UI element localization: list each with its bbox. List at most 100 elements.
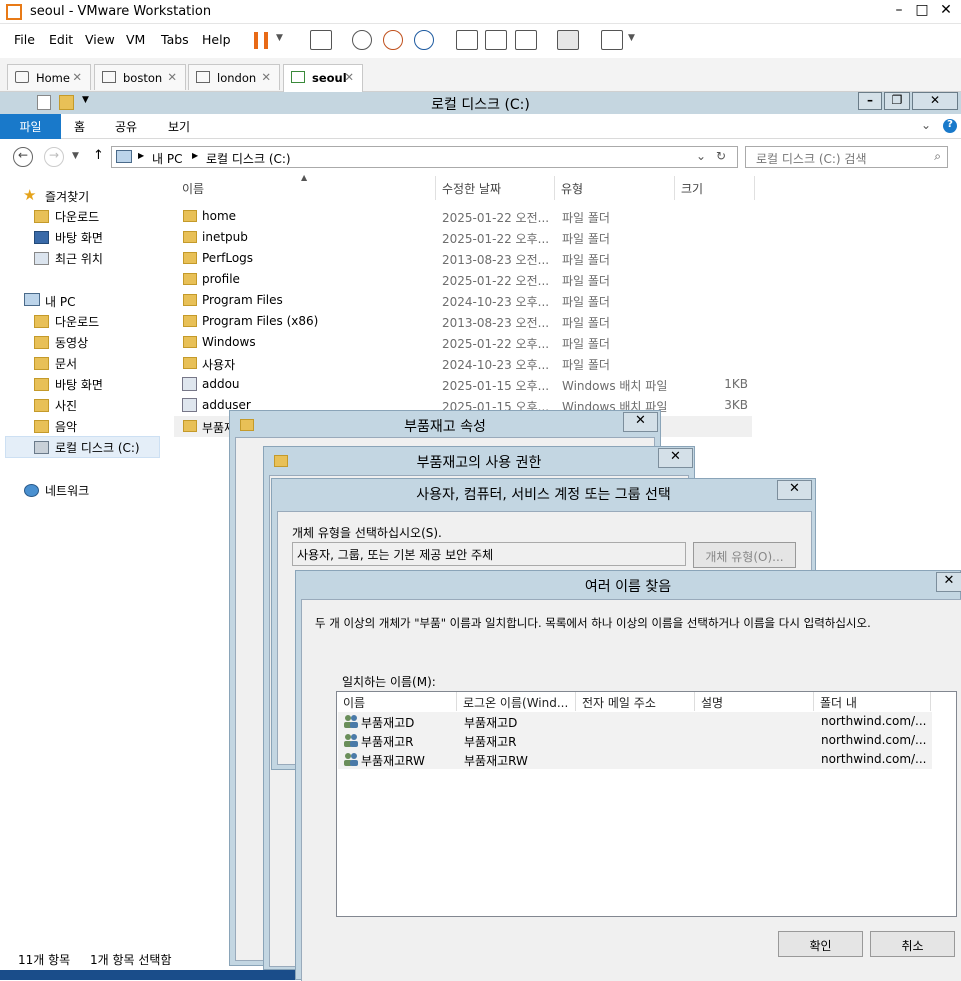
ribbon-tab-view[interactable]: 보기 <box>168 118 190 135</box>
object-type-field: 사용자, 그룹, 또는 기본 제공 보안 주체 <box>292 542 686 566</box>
back-button[interactable]: ← <box>13 147 33 167</box>
explorer-close-button[interactable]: ✕ <box>912 92 958 110</box>
nav-pc-videos[interactable]: 동영상 <box>34 334 88 354</box>
name-row[interactable]: 부품재고R 부품재고R northwind.com/... <box>338 731 932 750</box>
nav-network[interactable]: 네트워크 <box>24 482 89 502</box>
nav-pc-music[interactable]: 음악 <box>34 418 77 438</box>
explorer-maximize-button[interactable]: ❐ <box>884 92 910 110</box>
file-date: 2025-01-22 오후... <box>442 232 550 246</box>
recent-locations-icon[interactable]: ▼ <box>72 151 79 161</box>
nav-pc-local-disk[interactable]: 로컬 디스크 (C:) <box>34 439 140 459</box>
stretch-view-icon[interactable] <box>601 30 623 50</box>
permissions-dialog-title: 부품재고의 사용 권한 <box>416 455 542 471</box>
matching-names-list[interactable]: 이름 로그온 이름(Wind... 전자 메일 주소 설명 폴더 내 부품재고D… <box>336 691 957 917</box>
stretch-dropdown-icon[interactable]: ▼ <box>628 33 635 43</box>
file-type: 파일 폴더 <box>562 337 610 351</box>
ribbon-tab-file[interactable]: 파일 <box>0 114 61 139</box>
address-dropdown-icon[interactable]: ⌄ <box>696 149 706 163</box>
console-view-icon[interactable] <box>557 30 579 50</box>
nav-label: 바탕 화면 <box>55 378 103 392</box>
snapshot-icon[interactable] <box>352 30 372 50</box>
name-row[interactable]: 부품재고RW 부품재고RW northwind.com/... <box>338 750 932 769</box>
help-icon[interactable]: ? <box>943 119 957 133</box>
close-tab-icon[interactable]: ✕ <box>167 70 177 84</box>
expand-ribbon-icon[interactable]: ⌄ <box>921 118 931 132</box>
file-row[interactable]: PerfLogs 2013-08-23 오전... 파일 폴더 <box>174 248 752 269</box>
properties-close-button[interactable]: ✕ <box>623 412 658 432</box>
search-icon[interactable]: ⌕ <box>934 149 941 164</box>
pause-icon[interactable] <box>254 32 268 49</box>
thumbnail-view-icon[interactable] <box>485 30 507 50</box>
list-header-logon[interactable]: 로그온 이름(Wind... <box>457 692 576 711</box>
breadcrumb-this-pc[interactable]: 내 PC <box>152 150 182 167</box>
send-ctrl-alt-del-icon[interactable] <box>310 30 332 50</box>
search-input[interactable]: 로컬 디스크 (C:) 검색 ⌕ <box>745 146 948 168</box>
list-header-email[interactable]: 전자 메일 주소 <box>576 692 695 711</box>
col-header-type[interactable]: 유형 <box>555 176 675 200</box>
tab-london[interactable]: london ✕ <box>188 64 280 90</box>
menu-tabs[interactable]: Tabs <box>161 32 189 47</box>
library-view-icon[interactable] <box>456 30 478 50</box>
menu-view[interactable]: View <box>85 32 115 47</box>
cancel-button[interactable]: 취소 <box>870 931 955 957</box>
menu-vm[interactable]: VM <box>126 32 145 47</box>
menu-file[interactable]: File <box>14 32 35 47</box>
nav-this-pc[interactable]: 내 PC <box>24 293 75 313</box>
folder-icon <box>183 252 197 264</box>
ribbon-tab-home[interactable]: 홈 <box>74 118 85 135</box>
nav-fav-desktop[interactable]: 바탕 화면 <box>34 229 103 249</box>
nav-pc-documents[interactable]: 문서 <box>34 355 77 375</box>
nav-pc-pictures[interactable]: 사진 <box>34 397 77 417</box>
forward-button[interactable]: → <box>44 147 64 167</box>
breadcrumb-local-disk[interactable]: 로컬 디스크 (C:) <box>206 150 291 167</box>
ok-button[interactable]: 확인 <box>778 931 863 957</box>
snapshot-manager-icon[interactable] <box>414 30 434 50</box>
col-header-name[interactable]: 이름 <box>176 176 436 200</box>
address-bar[interactable]: ▶ 내 PC ▶ 로컬 디스크 (C:) ⌄ ↻ <box>111 146 738 168</box>
vm-icon <box>196 71 210 83</box>
ribbon-tab-share[interactable]: 공유 <box>115 118 137 135</box>
menu-edit[interactable]: Edit <box>49 32 73 47</box>
file-date: 2025-01-15 오후... <box>442 379 550 393</box>
explorer-minimize-button[interactable]: – <box>858 92 882 110</box>
nav-pc-downloads[interactable]: 다운로드 <box>34 313 99 333</box>
menu-help[interactable]: Help <box>202 32 231 47</box>
list-header-folder[interactable]: 폴더 내 <box>814 692 931 711</box>
nav-fav-recent[interactable]: 최근 위치 <box>34 250 103 270</box>
full-screen-icon[interactable] <box>515 30 537 50</box>
object-types-button[interactable]: 개체 유형(O)... <box>693 542 796 568</box>
close-tab-icon[interactable]: ✕ <box>344 70 354 84</box>
tab-seoul[interactable]: seoul ✕ <box>283 64 363 92</box>
name-row[interactable]: 부품재고D 부품재고D northwind.com/... <box>338 712 932 731</box>
select-users-close-button[interactable]: ✕ <box>777 480 812 500</box>
col-header-date[interactable]: 수정한 날짜 <box>436 176 555 200</box>
file-row[interactable]: Program Files (x86) 2013-08-23 오전... 파일 폴더 <box>174 311 752 332</box>
up-button[interactable]: ↑ <box>93 148 104 163</box>
refresh-icon[interactable]: ↻ <box>716 149 726 163</box>
multiple-names-close-button[interactable]: ✕ <box>936 572 961 592</box>
explorer-title-bar: ▼ 로컬 디스크 (C:) – ❐ ✕ <box>0 92 961 114</box>
permissions-close-button[interactable]: ✕ <box>658 448 693 468</box>
home-icon <box>15 71 29 83</box>
file-row[interactable]: home 2025-01-22 오전... 파일 폴더 <box>174 206 752 227</box>
list-header-description[interactable]: 설명 <box>695 692 814 711</box>
pause-dropdown-icon[interactable]: ▼ <box>276 33 283 43</box>
file-row[interactable]: Windows 2025-01-22 오후... 파일 폴더 <box>174 332 752 353</box>
close-tab-icon[interactable]: ✕ <box>72 70 82 84</box>
tab-label: seoul <box>312 71 347 85</box>
file-row[interactable]: Program Files 2024-10-23 오후... 파일 폴더 <box>174 290 752 311</box>
close-button[interactable]: ✕ <box>931 2 961 18</box>
revert-snapshot-icon[interactable] <box>383 30 403 50</box>
nav-fav-downloads[interactable]: 다운로드 <box>34 208 99 228</box>
tab-boston[interactable]: boston ✕ <box>94 64 186 90</box>
file-row[interactable]: 사용자 2024-10-23 오후... 파일 폴더 <box>174 353 752 374</box>
tab-home[interactable]: Home ✕ <box>7 64 91 90</box>
nav-pc-desktop[interactable]: 바탕 화면 <box>34 376 103 396</box>
file-row[interactable]: addou 2025-01-15 오후... Windows 배치 파일 1KB <box>174 374 752 395</box>
col-header-size[interactable]: 크기 <box>675 176 755 200</box>
close-tab-icon[interactable]: ✕ <box>261 70 271 84</box>
file-row[interactable]: inetpub 2025-01-22 오후... 파일 폴더 <box>174 227 752 248</box>
nav-favorites[interactable]: 즐겨찾기 <box>24 188 89 208</box>
file-row[interactable]: profile 2025-01-22 오전... 파일 폴더 <box>174 269 752 290</box>
list-header-name[interactable]: 이름 <box>337 692 457 711</box>
